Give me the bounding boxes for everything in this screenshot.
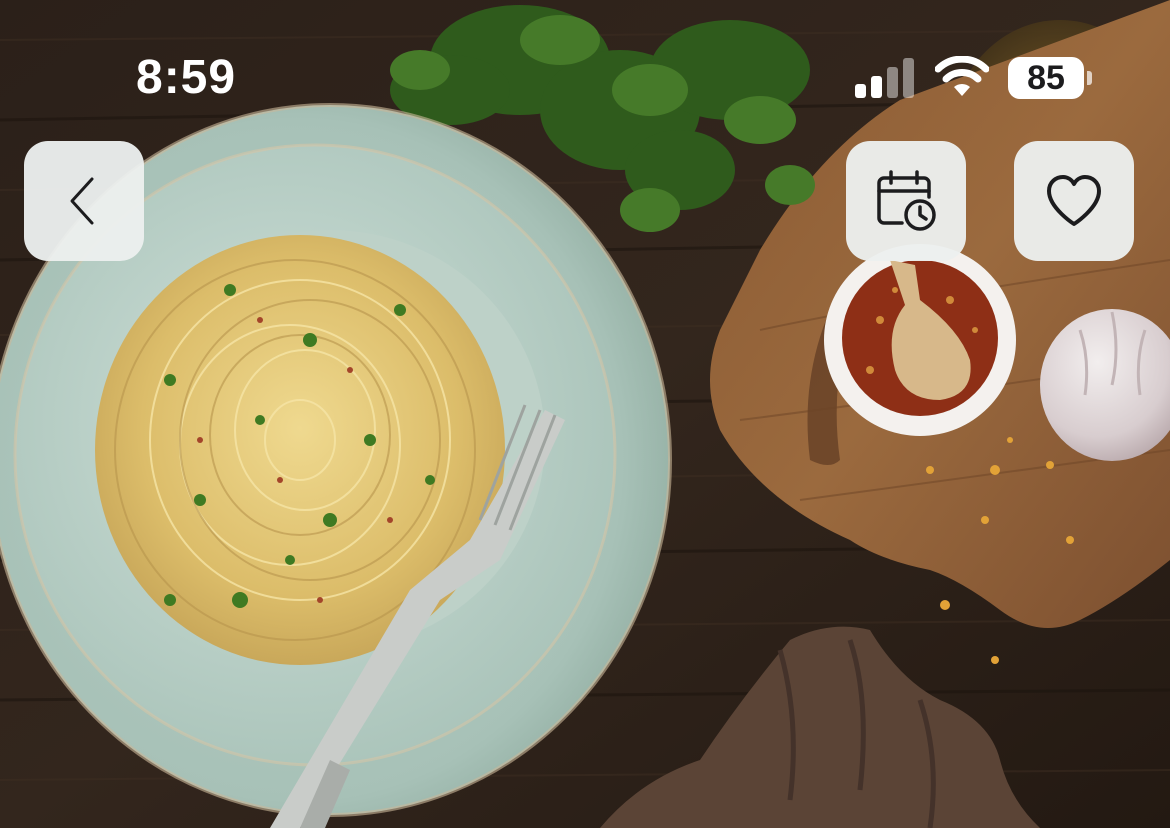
battery-indicator: 85 (1008, 57, 1092, 99)
status-bar: 8:59 85 (0, 0, 1170, 150)
wifi-icon (935, 56, 989, 96)
calendar-clock-icon (877, 170, 936, 231)
heart-outline-icon (1047, 175, 1101, 226)
schedule-meal-button[interactable] (846, 141, 966, 261)
battery-nub (1087, 71, 1092, 85)
chevron-left-icon (70, 177, 94, 225)
status-time: 8:59 (136, 51, 237, 104)
recipe-detail-screen: 8:59 85 (0, 0, 1170, 828)
cellular-signal-icon (855, 58, 914, 98)
back-button[interactable] (24, 141, 144, 261)
battery-percent: 85 (1027, 59, 1065, 97)
favorite-button[interactable] (1014, 141, 1134, 261)
